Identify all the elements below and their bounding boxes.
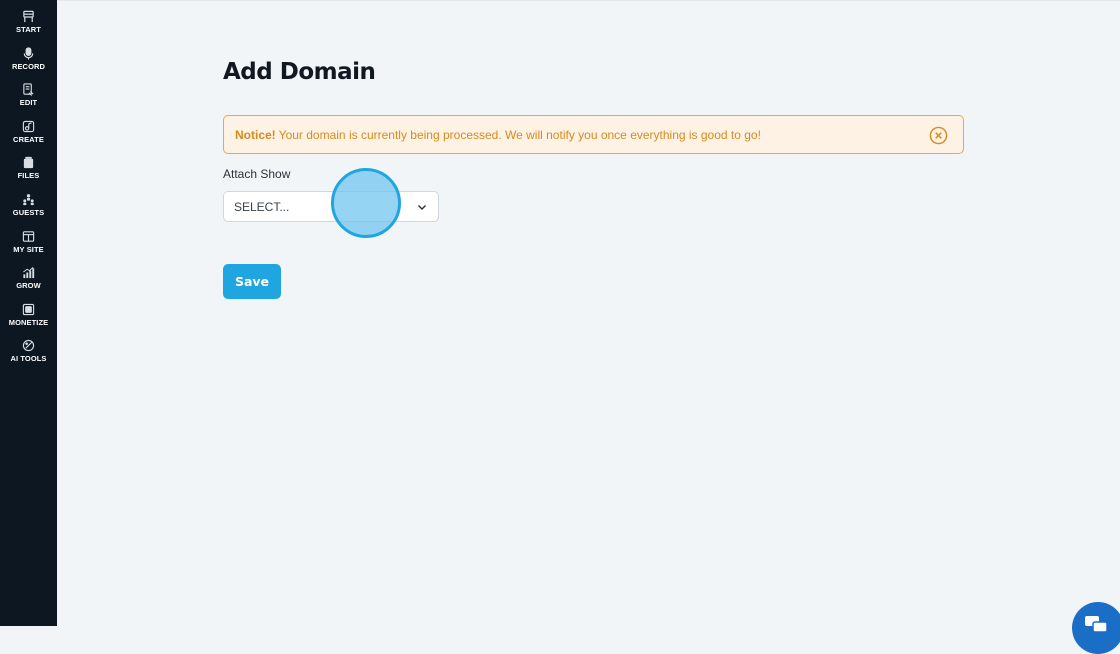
select-placeholder: SELECT... [234, 199, 290, 214]
sidebar-item-monetize[interactable]: MONETIZE [0, 301, 57, 338]
notice-message: Your domain is currently being processed… [278, 127, 761, 142]
microphone-icon [23, 46, 34, 60]
page-title: Add Domain [223, 59, 376, 85]
ai-tools-icon [22, 340, 35, 352]
guests-icon [23, 194, 34, 206]
sidebar-item-my-site[interactable]: MY SITE [0, 228, 57, 265]
sidebar-item-label: GUESTS [12, 207, 45, 217]
sidebar-item-grow[interactable]: GROW [0, 264, 57, 301]
files-icon [23, 157, 34, 169]
sidebar-item-label: START [16, 25, 41, 34]
create-icon [22, 120, 35, 132]
edit-audio-icon [23, 83, 34, 97]
sidebar-item-label: AI TOOLS [10, 354, 47, 364]
sidebar-item-label: RECORD [11, 61, 46, 71]
sidebar-item-start[interactable]: START [0, 8, 57, 45]
notice-banner: Notice! Your domain is currently being p… [223, 115, 964, 154]
save-button[interactable]: Save [223, 264, 281, 299]
chat-icon [1085, 616, 1107, 633]
close-icon[interactable] [929, 126, 948, 145]
click-indicator [331, 168, 401, 238]
sidebar-item-label: CREATE [13, 134, 44, 144]
notice-label: Notice! [235, 127, 276, 142]
flag-icon [23, 10, 34, 23]
sidebar-item-label: EDIT [19, 98, 38, 108]
sidebar-item-label: MY SITE [13, 244, 44, 254]
monetize-icon [22, 303, 35, 315]
sidebar-item-ai-tools[interactable]: AI TOOLS [0, 337, 57, 374]
sidebar-item-files[interactable]: FILES [0, 154, 57, 191]
top-divider [57, 0, 1120, 1]
attach-show-label: Attach Show [223, 167, 291, 181]
sidebar-item-label: GROW [16, 281, 41, 291]
chevron-down-icon [418, 205, 426, 210]
sidebar-item-create[interactable]: CREATE [0, 118, 57, 155]
sidebar-item-guests[interactable]: GUESTS [0, 191, 57, 228]
sidebar-item-edit[interactable]: EDIT [0, 81, 57, 118]
sidebar-item-record[interactable]: RECORD [0, 45, 57, 82]
chat-button[interactable] [1072, 602, 1120, 654]
growth-chart-icon [23, 267, 35, 279]
sidebar-item-label: FILES [17, 171, 40, 181]
website-icon [22, 230, 35, 242]
sidebar-item-label: MONETIZE [8, 317, 49, 327]
sidebar: START RECORD EDIT CREATE FILES GUESTS MY… [0, 0, 57, 626]
